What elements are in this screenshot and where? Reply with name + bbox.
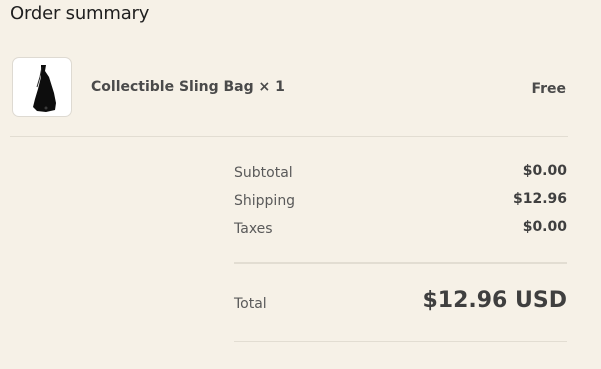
divider [10,136,568,137]
cost-breakdown: Subtotal $0.00 Shipping $12.96 Taxes $0.… [234,163,567,247]
total-row: Total $12.96 USD [234,288,567,322]
subtotal-value: $0.00 [522,163,567,179]
subtotal-label: Subtotal [234,165,293,181]
product-price: Free [531,81,566,97]
shipping-row: Shipping $12.96 [234,191,567,219]
product-thumbnail [12,57,72,117]
divider [234,341,567,342]
taxes-row: Taxes $0.00 [234,219,567,247]
subtotal-row: Subtotal $0.00 [234,163,567,191]
shipping-label: Shipping [234,193,296,209]
total-value: $12.96 USD [422,288,567,313]
sling-bag-icon [33,65,56,112]
order-summary-heading: Order summary [10,3,150,24]
shipping-value: $12.96 [512,191,567,207]
taxes-value: $0.00 [522,219,567,235]
product-name: Collectible Sling Bag × 1 [91,79,285,95]
taxes-label: Taxes [234,221,273,237]
total-label: Total [234,296,267,312]
line-item: Collectible Sling Bag × 1 Free [12,57,568,119]
divider [234,262,567,264]
